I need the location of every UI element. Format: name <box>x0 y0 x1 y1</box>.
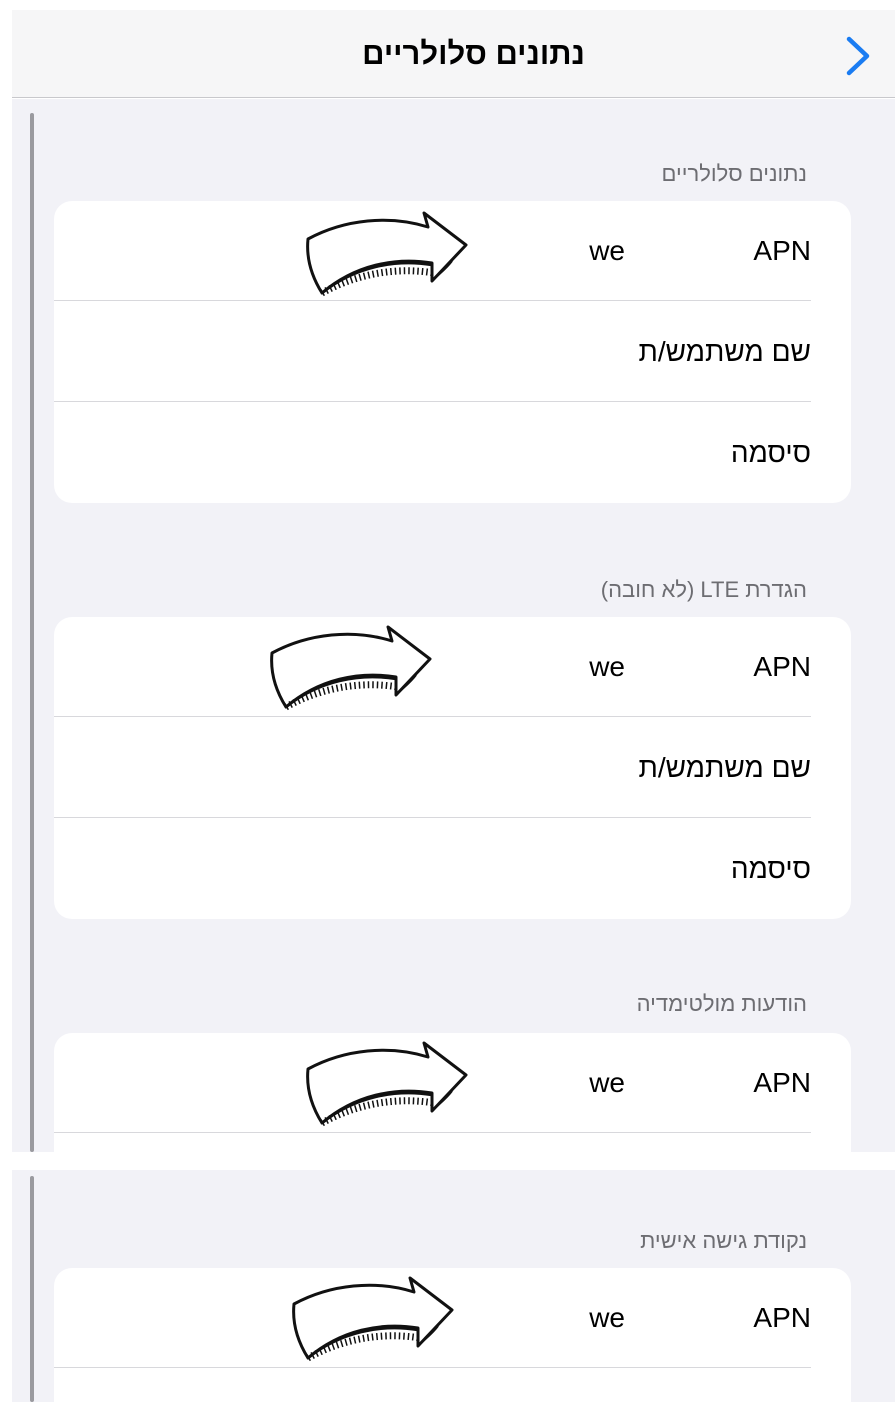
apn-row[interactable]: APN we <box>54 1268 851 1368</box>
cellular-data-group: APN we שם משתמש/ת סיסמה <box>54 201 851 503</box>
apn-value[interactable]: we <box>589 201 625 301</box>
password-row[interactable]: סיסמה <box>54 819 851 919</box>
section-header-cellular-data: נתונים סלולריים <box>661 161 807 186</box>
scroll-indicator <box>30 113 34 1152</box>
lte-setup-group: APN we שם משתמש/ת סיסמה <box>54 617 851 919</box>
apn-row[interactable]: APN we <box>54 201 851 301</box>
mms-group: APN we <box>54 1033 851 1152</box>
password-label: סיסמה <box>730 853 811 884</box>
apn-value[interactable]: we <box>589 1033 625 1133</box>
username-row[interactable]: שם משתמש/ת <box>54 302 851 402</box>
scroll-indicator <box>30 1176 34 1402</box>
arrow-icon <box>286 1276 456 1366</box>
apn-label: APN <box>753 1067 811 1098</box>
password-label: סיסמה <box>730 437 811 468</box>
back-button[interactable] <box>837 32 879 80</box>
personal-hotspot-group: APN we <box>54 1268 851 1402</box>
section-header-mms: הודעות מולטימדיה <box>636 991 807 1016</box>
apn-row[interactable]: APN we <box>54 617 851 717</box>
navigation-bar: נתונים סלולריים <box>12 10 895 98</box>
password-row[interactable]: סיסמה <box>54 403 851 503</box>
username-label: שם משתמש/ת <box>638 752 811 783</box>
chevron-right-icon <box>846 36 870 76</box>
apn-label: APN <box>753 235 811 266</box>
arrow-icon <box>300 1041 470 1131</box>
arrow-icon <box>264 625 434 715</box>
username-row[interactable]: שם משתמש/ת <box>54 718 851 818</box>
username-label: שם משתמש/ת <box>638 336 811 367</box>
page-title: נתונים סלולריים <box>362 36 585 71</box>
section-header-lte-setup: הגדרת LTE (לא חובה) <box>600 577 807 602</box>
settings-scroll-area-continued[interactable]: נקודת גישה אישית APN we <box>12 1170 895 1402</box>
arrow-icon <box>300 211 470 301</box>
settings-scroll-area[interactable]: נתונים סלולריים APN we שם משתמש/ת סיסמה … <box>12 99 895 1152</box>
apn-label: APN <box>753 651 811 682</box>
apn-row[interactable]: APN we <box>54 1033 851 1133</box>
apn-value[interactable]: we <box>589 617 625 717</box>
section-header-personal-hotspot: נקודת גישה אישית <box>640 1228 807 1253</box>
apn-value[interactable]: we <box>589 1268 625 1368</box>
apn-label: APN <box>753 1302 811 1333</box>
